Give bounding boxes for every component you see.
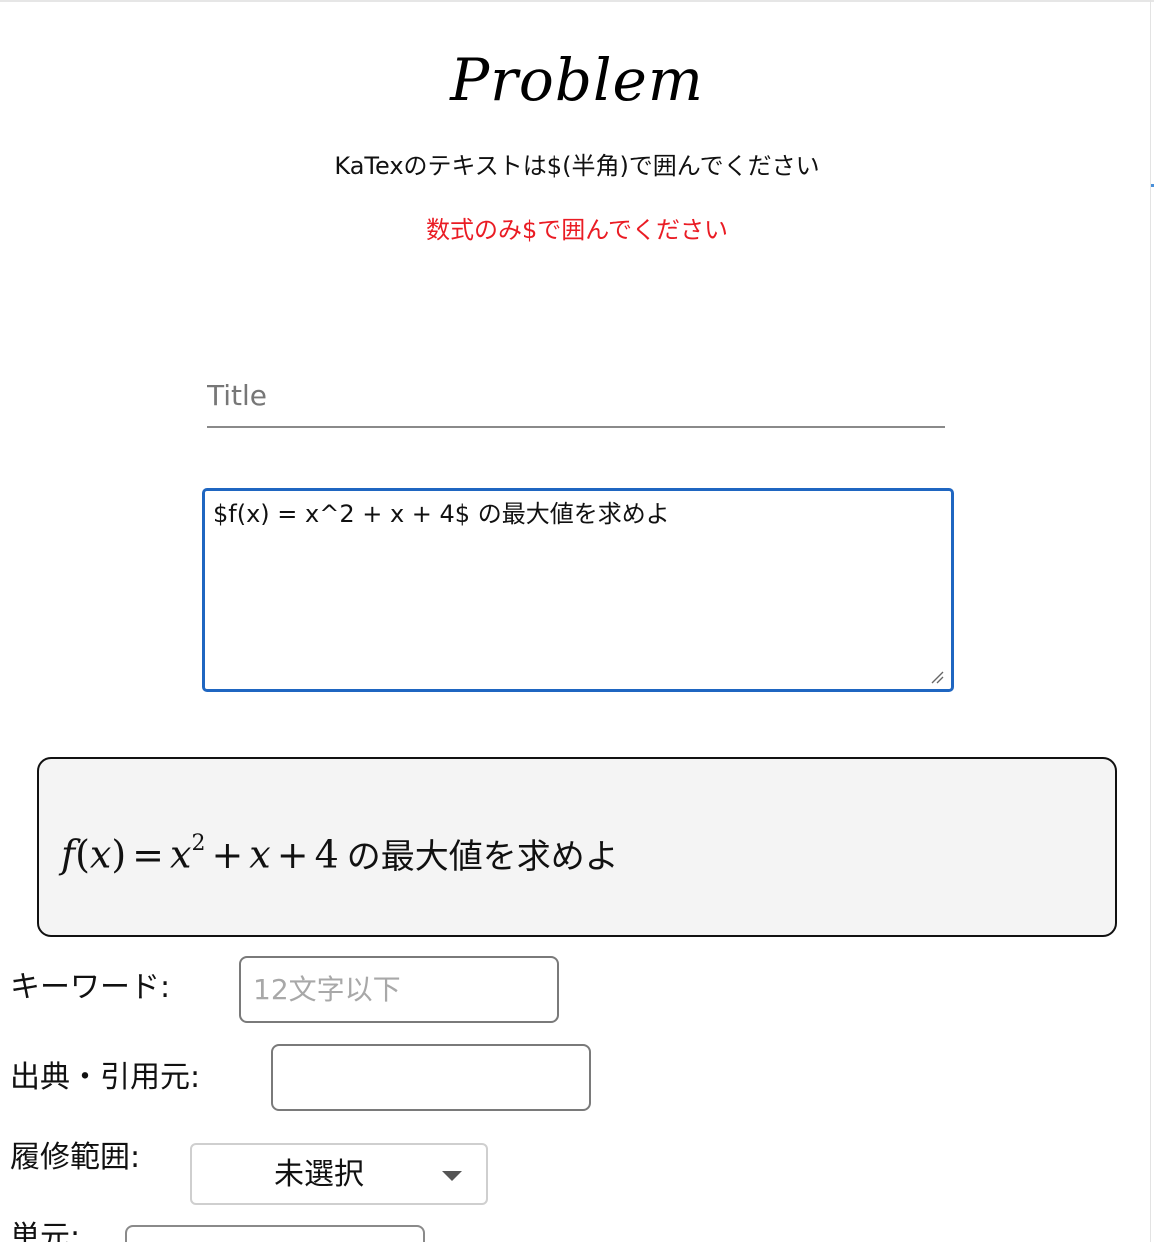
math-x-term: x xyxy=(249,832,271,877)
page-title: Problem xyxy=(450,46,704,114)
preview-content: f(x) = x2 + x +4 の最大値を求めよ xyxy=(61,831,619,877)
math-equals: = xyxy=(132,832,165,877)
top-divider xyxy=(0,0,1154,2)
title-input[interactable] xyxy=(207,372,945,418)
math-constant: 4 xyxy=(314,832,339,877)
problem-textarea[interactable]: $f(x) = x^2 + x + 4$ の最大値を求めよ xyxy=(202,488,954,692)
preview-suffix-text: の最大値を求めよ xyxy=(346,836,619,877)
title-field xyxy=(207,372,945,428)
katex-instruction: KaTexのテキストは$(半角)で囲んでください xyxy=(334,152,820,180)
math-exponent: 2 xyxy=(191,831,206,856)
unit-label: 単元: xyxy=(10,1220,81,1242)
katex-preview: f(x) = x2 + x +4 の最大値を求めよ xyxy=(37,757,1117,937)
math-f: f xyxy=(61,832,76,877)
source-label: 出典・引用元: xyxy=(10,1060,201,1095)
math-x-squared: x xyxy=(170,832,192,877)
keyword-input[interactable] xyxy=(239,956,559,1023)
math-warning: 数式のみ$で囲んでください xyxy=(425,216,729,244)
unit-select[interactable] xyxy=(125,1225,425,1242)
range-label: 履修範囲: xyxy=(10,1140,141,1175)
math-plus: + xyxy=(211,832,244,877)
problem-editor-page: Problem KaTexのテキストは$(半角)で囲んでください 数式のみ$で囲… xyxy=(0,0,1154,1242)
source-input[interactable] xyxy=(271,1044,591,1111)
math-plus: + xyxy=(276,832,309,877)
chevron-down-icon xyxy=(442,1171,462,1181)
resize-grip-icon[interactable] xyxy=(930,670,944,684)
range-selected-value: 未選択 xyxy=(274,1157,364,1192)
keyword-label: キーワード: xyxy=(10,970,171,1005)
range-select[interactable]: 未選択 xyxy=(190,1143,488,1205)
math-x: x xyxy=(89,832,112,877)
